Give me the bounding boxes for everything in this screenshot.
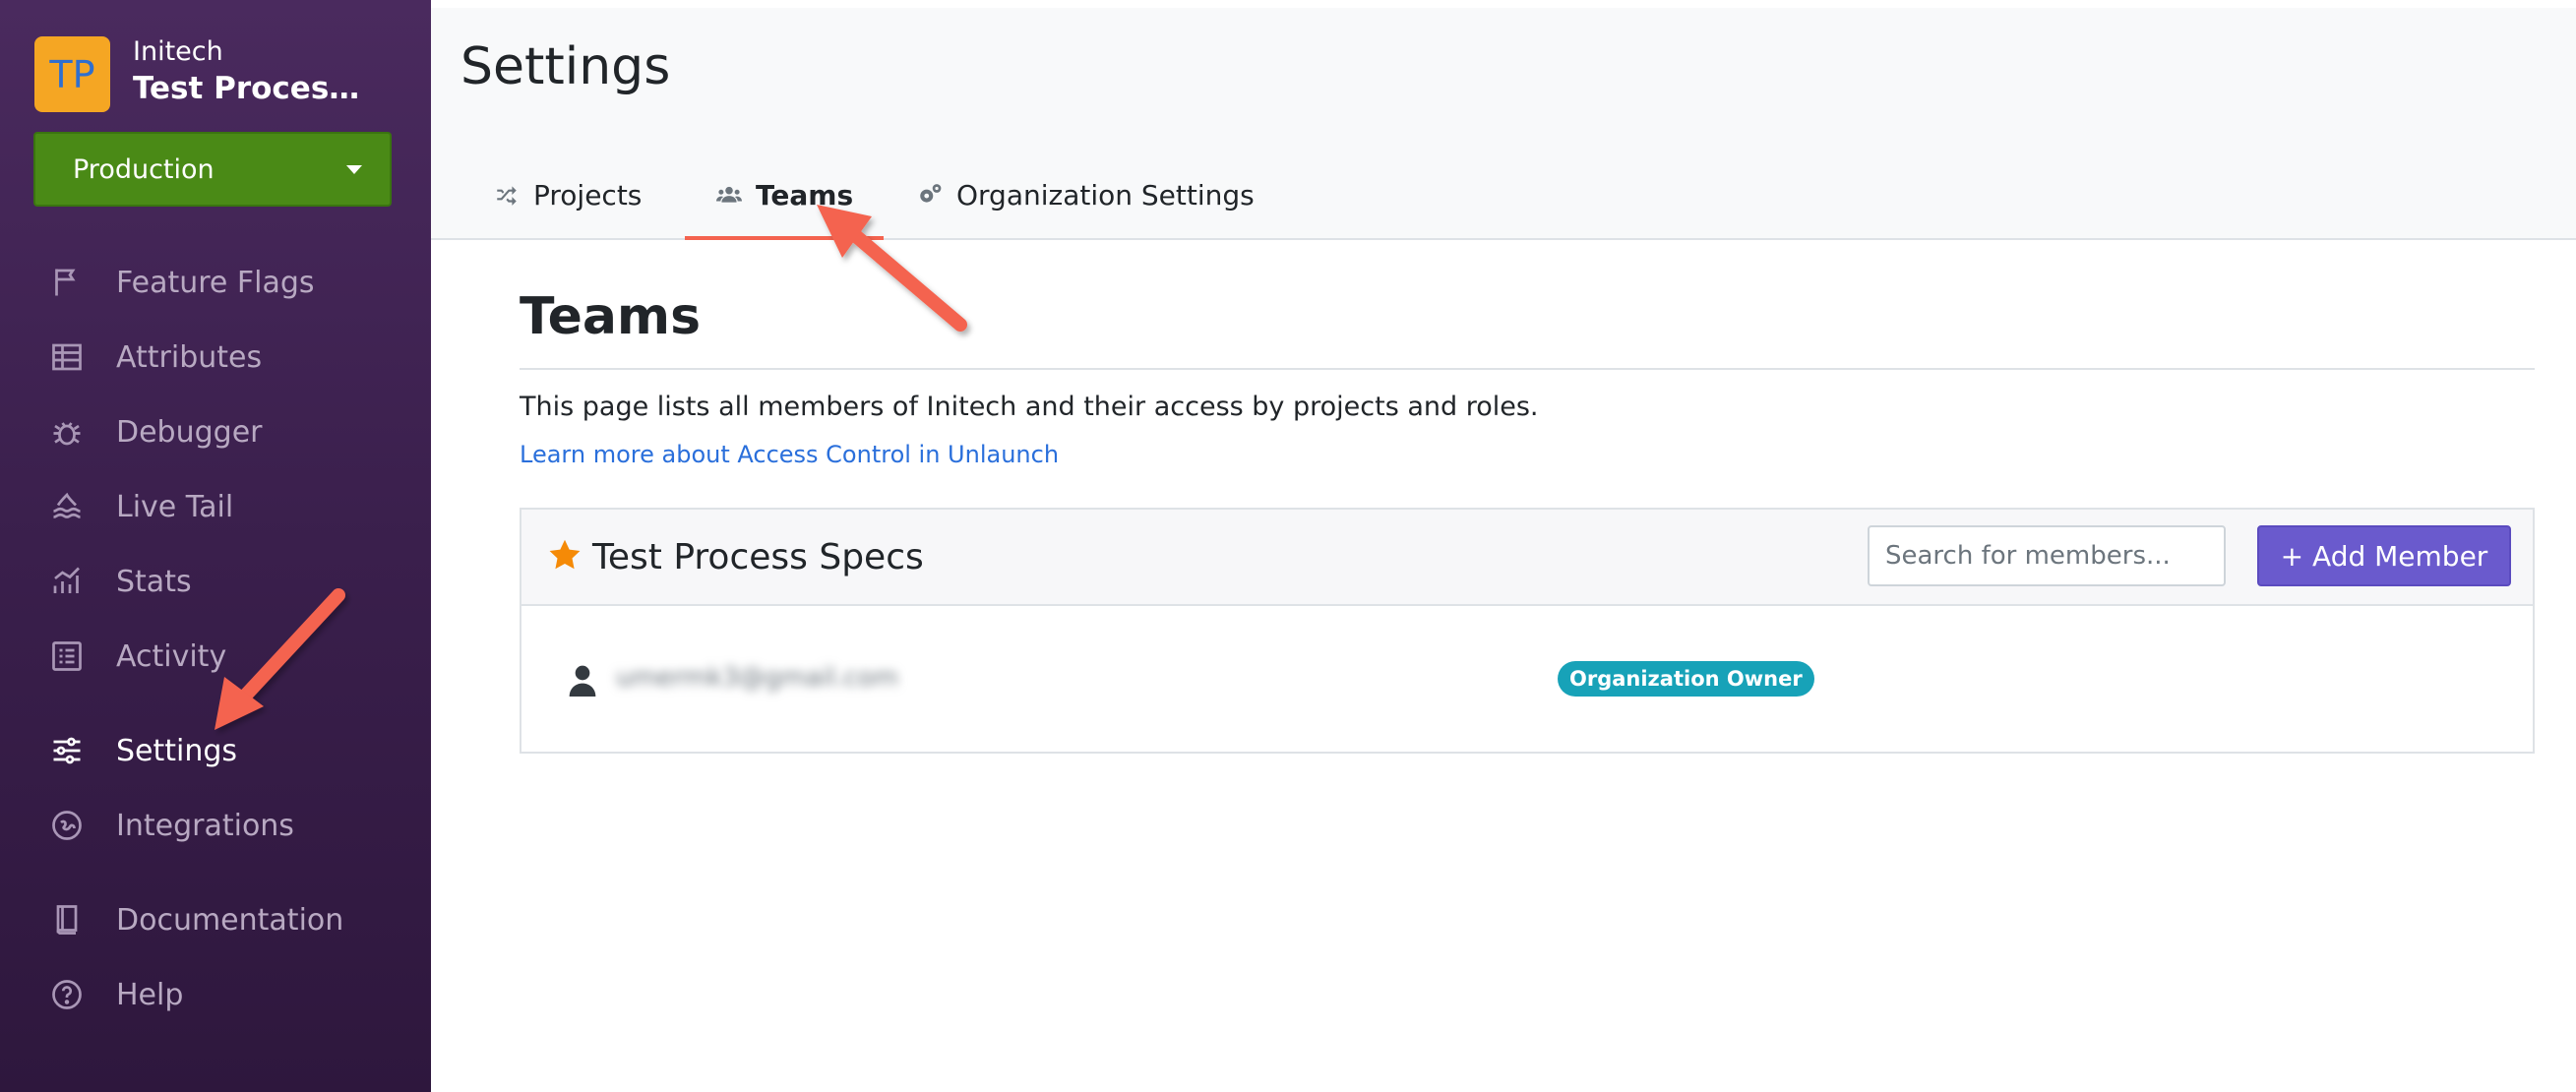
- sidebar-item-documentation[interactable]: Documentation: [47, 895, 401, 944]
- sidebar-item-label: Activity: [116, 638, 227, 674]
- sidebar-item-label: Settings: [116, 733, 238, 768]
- sidebar-item-label: Integrations: [116, 808, 294, 843]
- chart-icon: [47, 562, 87, 601]
- user-icon: [569, 665, 596, 697]
- org-initials: TP: [49, 52, 95, 96]
- sidebar-item-feature-flags[interactable]: Feature Flags: [47, 258, 401, 307]
- users-icon: [716, 182, 742, 208]
- page-title: Settings: [460, 37, 671, 96]
- environment-label: Production: [73, 153, 215, 185]
- member-search-input[interactable]: [1868, 525, 2226, 586]
- sidebar-item-label: Debugger: [116, 414, 263, 450]
- sidebar-item-label: Stats: [116, 564, 192, 599]
- sliders-icon: [47, 731, 87, 770]
- org-logo[interactable]: TP: [34, 36, 110, 112]
- sidebar-item-settings[interactable]: Settings: [47, 726, 401, 775]
- book-icon: [47, 900, 87, 940]
- environment-dropdown[interactable]: Production: [33, 132, 392, 207]
- add-member-button[interactable]: + Add Member: [2257, 525, 2511, 586]
- sidebar-item-live-tail[interactable]: Live Tail: [47, 482, 401, 531]
- water-icon: [47, 487, 87, 526]
- section-title: Teams: [520, 287, 702, 346]
- puzzle-icon: [47, 806, 87, 845]
- project-name[interactable]: Test Process Specs: [133, 71, 374, 106]
- page-description: This page lists all members of Initech a…: [520, 392, 1539, 422]
- learn-more-link[interactable]: Learn more about Access Control in Unlau…: [520, 441, 1059, 468]
- sidebar-item-activity[interactable]: Activity: [47, 632, 401, 681]
- team-name: Test Process Specs: [592, 537, 924, 577]
- sidebar-item-debugger[interactable]: Debugger: [47, 407, 401, 456]
- sidebar-item-label: Attributes: [116, 339, 263, 375]
- tab-label: Projects: [533, 178, 643, 212]
- sidebar-item-integrations[interactable]: Integrations: [47, 801, 401, 850]
- star-icon: [549, 539, 581, 570]
- flag-icon: [47, 263, 87, 302]
- tab-label: Teams: [756, 178, 854, 212]
- org-name: Initech: [133, 36, 223, 67]
- tab-label: Organization Settings: [956, 178, 1255, 212]
- sidebar-item-attributes[interactable]: Attributes: [47, 333, 401, 382]
- tab-teams[interactable]: Teams: [716, 155, 853, 234]
- attributes-icon: [47, 337, 87, 377]
- page-header: Settings Projects Teams Organization Set…: [431, 8, 2576, 240]
- caret-down-icon: [346, 165, 362, 174]
- tab-organization-settings[interactable]: Organization Settings: [917, 155, 1255, 234]
- shuffle-icon: [494, 182, 520, 208]
- member-row: umermk3@gmail.com Organization Owner: [521, 606, 2533, 754]
- tab-projects[interactable]: Projects: [494, 155, 642, 234]
- member-email: umermk3@gmail.com: [616, 663, 898, 693]
- help-icon: [47, 975, 87, 1014]
- sidebar-item-label: Documentation: [116, 902, 344, 938]
- team-header: Test Process Specs + Add Member: [521, 510, 2533, 606]
- sidebar-item-label: Live Tail: [116, 489, 234, 524]
- sidebar-item-stats[interactable]: Stats: [47, 557, 401, 606]
- sidebar-item-label: Feature Flags: [116, 265, 315, 300]
- list-icon: [47, 637, 87, 676]
- cogs-icon: [917, 182, 943, 208]
- role-badge: Organization Owner: [1558, 661, 1814, 697]
- divider: [520, 368, 2535, 370]
- team-card: Test Process Specs + Add Member umermk3@…: [520, 508, 2535, 754]
- sidebar-item-label: Help: [116, 977, 184, 1012]
- sidebar: TP Initech Test Process Specs Production…: [0, 0, 431, 1092]
- bug-icon: [47, 412, 87, 452]
- sidebar-item-help[interactable]: Help: [47, 970, 401, 1019]
- active-tab-indicator: [685, 236, 884, 240]
